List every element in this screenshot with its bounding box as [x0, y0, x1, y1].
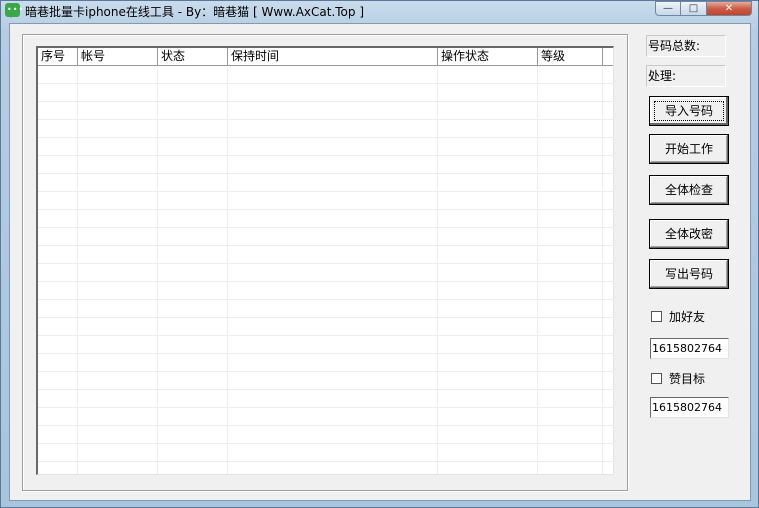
close-button[interactable]: ✕: [707, 1, 752, 16]
chat-bubble-icon: •••: [5, 3, 23, 18]
app-window: ••• 暗巷批量卡iphone在线工具 - By：暗巷猫 [ Www.AxCat…: [0, 0, 759, 508]
maximize-icon: □: [688, 3, 699, 14]
column-header-index[interactable]: 序号: [38, 48, 78, 65]
maximize-button[interactable]: □: [681, 1, 707, 16]
column-header-operation-status[interactable]: 操作状态: [438, 48, 538, 65]
grid-line: [437, 66, 438, 474]
list-body: [38, 66, 613, 474]
like-target-checkbox[interactable]: 赞目标: [651, 370, 705, 386]
grid-line: [602, 66, 603, 474]
focus-ring: [654, 101, 724, 121]
column-header-status[interactable]: 状态: [158, 48, 228, 65]
like-target-input[interactable]: [650, 397, 729, 418]
minimize-icon: —: [663, 3, 673, 14]
checkbox-box[interactable]: [651, 372, 662, 384]
window-title: 暗巷批量卡iphone在线工具 - By：暗巷猫 [ Www.AxCat.Top…: [25, 5, 365, 19]
grid-line: [537, 66, 538, 474]
grid-line: [77, 66, 78, 474]
change-password-all-label: 全体改密: [664, 227, 713, 241]
add-friend-checkbox[interactable]: 加好友: [651, 308, 705, 324]
list-header: 序号 帐号 状态 保持时间 操作状态 等级: [38, 48, 613, 66]
export-numbers-button[interactable]: 写出号码: [649, 259, 729, 289]
grid-line: [227, 66, 228, 474]
client-area: 序号 帐号 状态 保持时间 操作状态 等级 号码总数: 处理: 导入号码 开始工…: [9, 23, 751, 501]
change-password-all-button[interactable]: 全体改密: [649, 219, 729, 249]
grid-line: [157, 66, 158, 474]
window-controls: — □ ✕: [655, 1, 752, 17]
close-icon: ✕: [724, 3, 734, 14]
export-numbers-label: 写出号码: [664, 267, 713, 281]
import-numbers-button[interactable]: 导入号码: [649, 96, 729, 126]
start-work-button[interactable]: 开始工作: [649, 134, 729, 164]
start-work-label: 开始工作: [664, 142, 713, 156]
total-count-label: 号码总数:: [648, 39, 701, 53]
check-all-label: 全体检查: [664, 183, 713, 197]
add-friend-label: 加好友: [669, 309, 706, 324]
column-header-account[interactable]: 帐号: [78, 48, 158, 65]
process-label: 处理:: [648, 69, 677, 83]
column-header-level[interactable]: 等级: [538, 48, 603, 65]
checkbox-box[interactable]: [651, 310, 662, 322]
column-header-hold-time[interactable]: 保持时间: [228, 48, 438, 65]
add-friend-input[interactable]: [650, 338, 729, 359]
check-all-button[interactable]: 全体检查: [649, 175, 729, 205]
minimize-button[interactable]: —: [655, 1, 681, 16]
title-bar[interactable]: ••• 暗巷批量卡iphone在线工具 - By：暗巷猫 [ Www.AxCat…: [1, 1, 758, 21]
like-target-label: 赞目标: [669, 371, 706, 386]
account-list[interactable]: 序号 帐号 状态 保持时间 操作状态 等级: [36, 46, 614, 475]
